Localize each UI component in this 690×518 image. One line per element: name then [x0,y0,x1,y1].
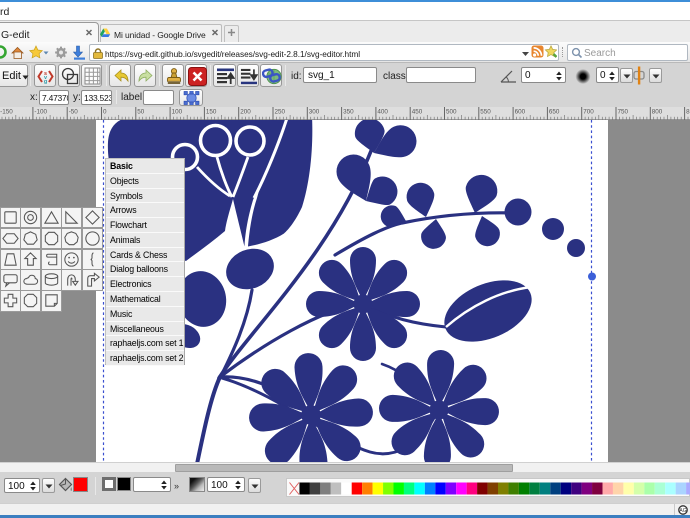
svg-text:400: 400 [377,109,388,116]
svg-text:-50: -50 [69,109,79,116]
svg-text:150: 150 [206,109,217,116]
svg-text:500: 500 [446,109,457,116]
svg-text:300: 300 [309,109,320,116]
svg-text:850: 850 [686,109,690,116]
svg-text:200: 200 [240,109,251,116]
svg-text:g: g [44,79,47,85]
svg-text:750: 750 [618,109,629,116]
svg-text:50: 50 [137,109,145,116]
svg-text:650: 650 [549,109,560,116]
svg-text:800: 800 [652,109,663,116]
svg-text:700: 700 [583,109,594,116]
svg-text:0: 0 [103,109,107,116]
svg-text:AG: AG [679,508,686,514]
svg-text:-150: -150 [0,109,13,116]
svg-text:-100: -100 [34,109,47,116]
svg-text:250: 250 [275,109,286,116]
svg-text:600: 600 [515,109,526,116]
svg-text:550: 550 [480,109,491,116]
svg-text:450: 450 [412,109,423,116]
svg-text:350: 350 [343,109,354,116]
svg-text:100: 100 [172,109,183,116]
